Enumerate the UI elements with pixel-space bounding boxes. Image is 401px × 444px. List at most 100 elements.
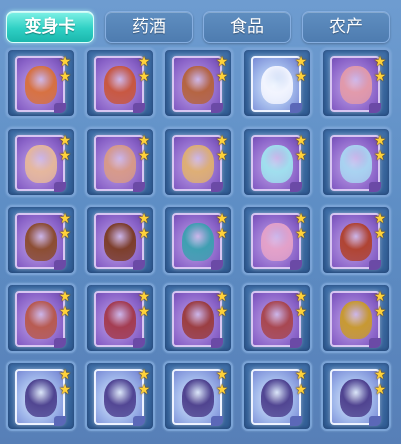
star-rating: ★ ★ bbox=[294, 134, 308, 164]
card-curl-decoration bbox=[369, 260, 381, 270]
star-rating: ★ ★ bbox=[58, 368, 72, 398]
star-icon: ★ bbox=[373, 69, 387, 85]
card-curl-decoration bbox=[369, 416, 381, 426]
inventory-slot[interactable]: ★ ★ bbox=[85, 127, 155, 197]
star-icon: ★ bbox=[58, 54, 72, 70]
inventory-slot[interactable]: ★ ★ bbox=[242, 127, 312, 197]
character-figure-icon bbox=[104, 223, 136, 261]
card-curl-decoration bbox=[211, 416, 223, 426]
star-icon: ★ bbox=[373, 367, 387, 383]
card-curl-decoration bbox=[54, 103, 66, 113]
tab-transform-card[interactable]: 变身卡 bbox=[6, 11, 94, 43]
star-rating: ★ ★ bbox=[58, 290, 72, 320]
character-figure-icon bbox=[104, 379, 136, 417]
card-curl-decoration bbox=[290, 416, 302, 426]
star-rating: ★ ★ bbox=[137, 55, 151, 85]
star-icon: ★ bbox=[58, 304, 72, 320]
inventory-slot[interactable]: ★ ★ bbox=[6, 127, 76, 197]
star-icon: ★ bbox=[294, 367, 308, 383]
inventory-slot[interactable]: ★ ★ bbox=[85, 48, 155, 118]
tab-food[interactable]: 食品 bbox=[203, 11, 291, 43]
inventory-slot[interactable]: ★ ★ bbox=[6, 48, 76, 118]
star-rating: ★ ★ bbox=[215, 368, 229, 398]
inventory-slot[interactable]: ★ ★ bbox=[85, 361, 155, 431]
star-icon: ★ bbox=[58, 133, 72, 149]
card-curl-decoration bbox=[211, 103, 223, 113]
inventory-slot[interactable]: ★ ★ bbox=[6, 283, 76, 353]
inventory-slot[interactable]: ★ ★ bbox=[242, 283, 312, 353]
star-icon: ★ bbox=[215, 382, 229, 398]
card-curl-decoration bbox=[54, 182, 66, 192]
star-icon: ★ bbox=[294, 54, 308, 70]
star-rating: ★ ★ bbox=[215, 290, 229, 320]
character-figure-icon bbox=[182, 301, 214, 339]
inventory-slot[interactable]: ★ ★ bbox=[163, 361, 233, 431]
star-icon: ★ bbox=[137, 289, 151, 305]
card-curl-decoration bbox=[290, 182, 302, 192]
star-rating: ★ ★ bbox=[373, 290, 387, 320]
star-icon: ★ bbox=[373, 133, 387, 149]
star-icon: ★ bbox=[215, 211, 229, 227]
card-curl-decoration bbox=[54, 416, 66, 426]
star-rating: ★ ★ bbox=[58, 212, 72, 242]
star-icon: ★ bbox=[373, 148, 387, 164]
card-curl-decoration bbox=[54, 338, 66, 348]
inventory-slot[interactable]: ★ ★ bbox=[321, 361, 391, 431]
character-figure-icon bbox=[340, 145, 372, 183]
star-icon: ★ bbox=[373, 304, 387, 320]
star-icon: ★ bbox=[137, 226, 151, 242]
star-rating: ★ ★ bbox=[373, 212, 387, 242]
star-icon: ★ bbox=[137, 133, 151, 149]
inventory-slot[interactable]: ★ ★ bbox=[163, 48, 233, 118]
inventory-slot[interactable]: ★ ★ bbox=[321, 205, 391, 275]
character-figure-icon bbox=[182, 66, 214, 104]
inventory-slot[interactable]: ★ ★ bbox=[163, 205, 233, 275]
character-figure-icon bbox=[25, 66, 57, 104]
star-icon: ★ bbox=[373, 382, 387, 398]
inventory-slot[interactable]: ★ ★ bbox=[242, 361, 312, 431]
star-rating: ★ ★ bbox=[373, 368, 387, 398]
inventory-slot[interactable]: ★ ★ bbox=[242, 205, 312, 275]
tab-medicinal-wine[interactable]: 药酒 bbox=[105, 11, 193, 43]
item-grid: ★ ★ ★ ★ ★ ★ ★ ★ ★ ★ ★ ★ ★ ★ ★ ★ ★ ★ ★ ★ ★ ★ ★ ★ ★ ★ ★ ★ ★ ★ ★ ★ ★ ★ ★ ★ ★ ★ ★ ★… bbox=[6, 48, 395, 444]
star-icon: ★ bbox=[294, 148, 308, 164]
star-icon: ★ bbox=[215, 148, 229, 164]
inventory-slot[interactable]: ★ ★ bbox=[321, 283, 391, 353]
star-rating: ★ ★ bbox=[294, 368, 308, 398]
star-rating: ★ ★ bbox=[58, 134, 72, 164]
inventory-slot[interactable]: ★ ★ bbox=[163, 283, 233, 353]
card-curl-decoration bbox=[133, 260, 145, 270]
card-curl-decoration bbox=[211, 338, 223, 348]
character-figure-icon bbox=[261, 223, 293, 261]
card-curl-decoration bbox=[290, 338, 302, 348]
category-tabs: 变身卡 药酒 食品 农产 bbox=[6, 8, 397, 44]
star-rating: ★ ★ bbox=[215, 55, 229, 85]
inventory-slot[interactable]: ★ ★ bbox=[85, 283, 155, 353]
star-icon: ★ bbox=[294, 289, 308, 305]
character-figure-icon bbox=[25, 145, 57, 183]
character-figure-icon bbox=[261, 301, 293, 339]
inventory-slot[interactable]: ★ ★ bbox=[6, 205, 76, 275]
card-curl-decoration bbox=[133, 182, 145, 192]
card-curl-decoration bbox=[211, 182, 223, 192]
character-figure-icon bbox=[261, 66, 293, 104]
character-figure-icon bbox=[340, 301, 372, 339]
inventory-slot[interactable]: ★ ★ bbox=[163, 127, 233, 197]
inventory-slot[interactable]: ★ ★ bbox=[6, 361, 76, 431]
star-icon: ★ bbox=[294, 382, 308, 398]
card-curl-decoration bbox=[290, 260, 302, 270]
star-icon: ★ bbox=[215, 289, 229, 305]
card-curl-decoration bbox=[133, 416, 145, 426]
inventory-slot[interactable]: ★ ★ bbox=[321, 48, 391, 118]
star-icon: ★ bbox=[58, 382, 72, 398]
character-figure-icon bbox=[104, 145, 136, 183]
star-icon: ★ bbox=[215, 367, 229, 383]
inventory-slot[interactable]: ★ ★ bbox=[321, 127, 391, 197]
inventory-slot[interactable]: ★ ★ bbox=[242, 48, 312, 118]
inventory-slot[interactable]: ★ ★ bbox=[85, 205, 155, 275]
star-icon: ★ bbox=[294, 211, 308, 227]
card-curl-decoration bbox=[54, 260, 66, 270]
tab-farm-produce[interactable]: 农产 bbox=[302, 11, 390, 43]
star-icon: ★ bbox=[58, 367, 72, 383]
character-figure-icon bbox=[104, 301, 136, 339]
